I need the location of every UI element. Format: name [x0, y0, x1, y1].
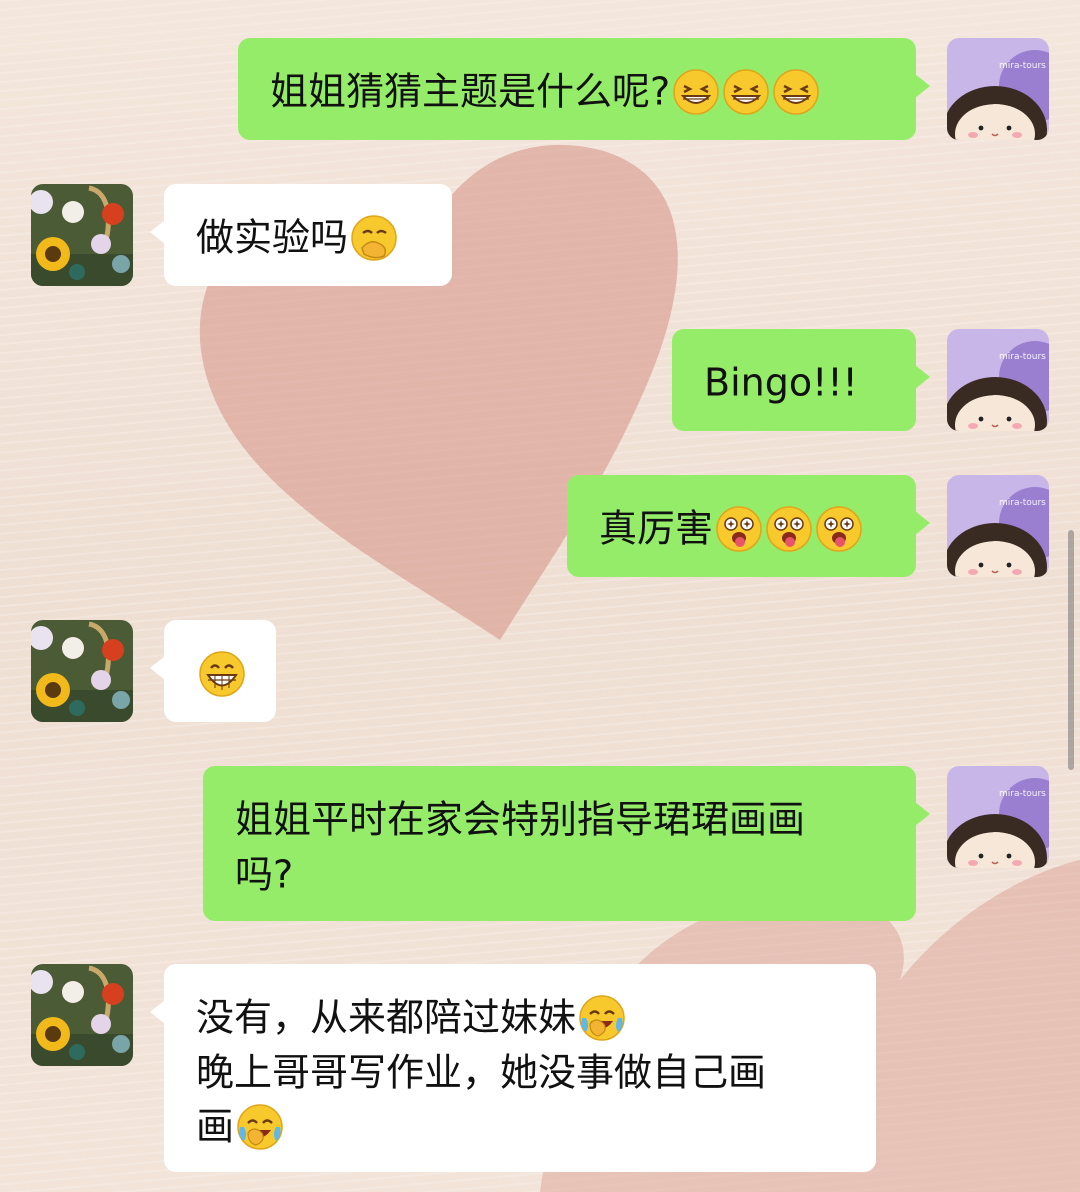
message-text: 姐姐猜猜主题是什么呢? [270, 69, 671, 114]
hand-over-mouth-icon [350, 214, 398, 262]
message-line: 做实验吗 [196, 209, 420, 264]
scrollbar-thumb[interactable] [1068, 530, 1074, 770]
sent-message-bubble[interactable]: 姐姐猜猜主题是什么呢? [238, 38, 930, 140]
contact-avatar[interactable] [31, 964, 133, 1066]
message-text: 没有，从来都陪过妹妹 [196, 995, 577, 1040]
grinning-squint-icon [722, 68, 770, 116]
my-avatar[interactable]: mira-tours [947, 329, 1049, 431]
svg-text:mira-tours: mira-tours [999, 789, 1046, 799]
message-line: 姐姐猜猜主题是什么呢? [270, 63, 884, 118]
contact-avatar[interactable] [31, 620, 133, 722]
grinning-squint-icon [772, 68, 820, 116]
contact-avatar[interactable] [31, 184, 133, 286]
starry-eyed-tongue-icon [715, 505, 763, 553]
message-text: 画 [196, 1104, 235, 1149]
sent-message-bubble[interactable]: 姐姐平时在家会特别指导珺珺画画 吗? [203, 766, 930, 921]
message-line: 真厉害 [599, 500, 884, 555]
message-line: 晚上哥哥写作业，她没事做自己画 [196, 1044, 844, 1099]
message-line: 画 [196, 1098, 844, 1153]
starry-eyed-tongue-icon [815, 505, 863, 553]
my-avatar[interactable]: mira-tours [947, 38, 1049, 140]
sent-message-bubble[interactable]: 真厉害 [567, 475, 930, 577]
svg-text:mira-tours: mira-tours [999, 352, 1046, 362]
svg-text:mira-tours: mira-tours [999, 61, 1046, 71]
received-message-bubble[interactable] [150, 620, 276, 722]
message-text: 做实验吗 [196, 215, 349, 260]
message-line: 吗? [235, 846, 884, 901]
received-message-bubble[interactable]: 做实验吗 [150, 184, 452, 286]
laughing-tears-icon [578, 994, 626, 1042]
message-text: 晚上哥哥写作业，她没事做自己画 [196, 1050, 767, 1094]
received-message-bubble[interactable]: 没有，从来都陪过妹妹晚上哥哥写作业，她没事做自己画画 [150, 964, 876, 1172]
message-text: 真厉害 [599, 506, 714, 551]
grinning-squint-icon [672, 68, 720, 116]
message-text: Bingo!!! [704, 360, 858, 405]
sent-message-bubble[interactable]: Bingo!!! [672, 329, 930, 431]
laughing-tears-icon [236, 1103, 284, 1151]
my-avatar[interactable]: mira-tours [947, 766, 1049, 868]
svg-text:mira-tours: mira-tours [999, 498, 1046, 508]
big-grin-icon [198, 650, 246, 698]
message-line: Bingo!!! [704, 354, 884, 409]
message-line: 没有，从来都陪过妹妹 [196, 989, 844, 1044]
message-text: 吗? [235, 852, 294, 896]
message-text: 姐姐平时在家会特别指导珺珺画画 [235, 797, 806, 842]
starry-eyed-tongue-icon [765, 505, 813, 553]
message-line [196, 645, 246, 698]
message-line: 姐姐平时在家会特别指导珺珺画画 [235, 791, 884, 846]
my-avatar[interactable]: mira-tours [947, 475, 1049, 577]
